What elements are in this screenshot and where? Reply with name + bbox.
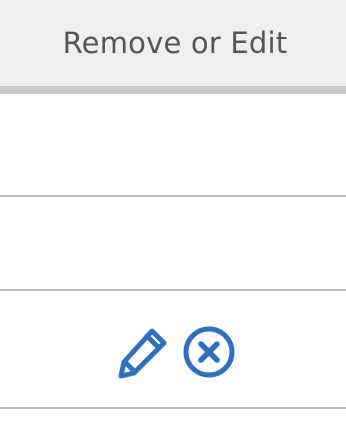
remove-button[interactable] [182, 325, 236, 379]
row-actions [116, 324, 236, 380]
table-row [0, 197, 346, 291]
header-divider [0, 86, 346, 94]
table-row [0, 291, 346, 409]
column-header-label: Remove or Edit [62, 26, 288, 60]
table-row [0, 94, 346, 197]
column-header: Remove or Edit [0, 0, 346, 86]
edit-button[interactable] [116, 324, 172, 380]
remove-edit-table: Remove or Edit [0, 0, 346, 427]
pencil-icon [118, 328, 167, 379]
circle-x-icon [183, 326, 235, 378]
